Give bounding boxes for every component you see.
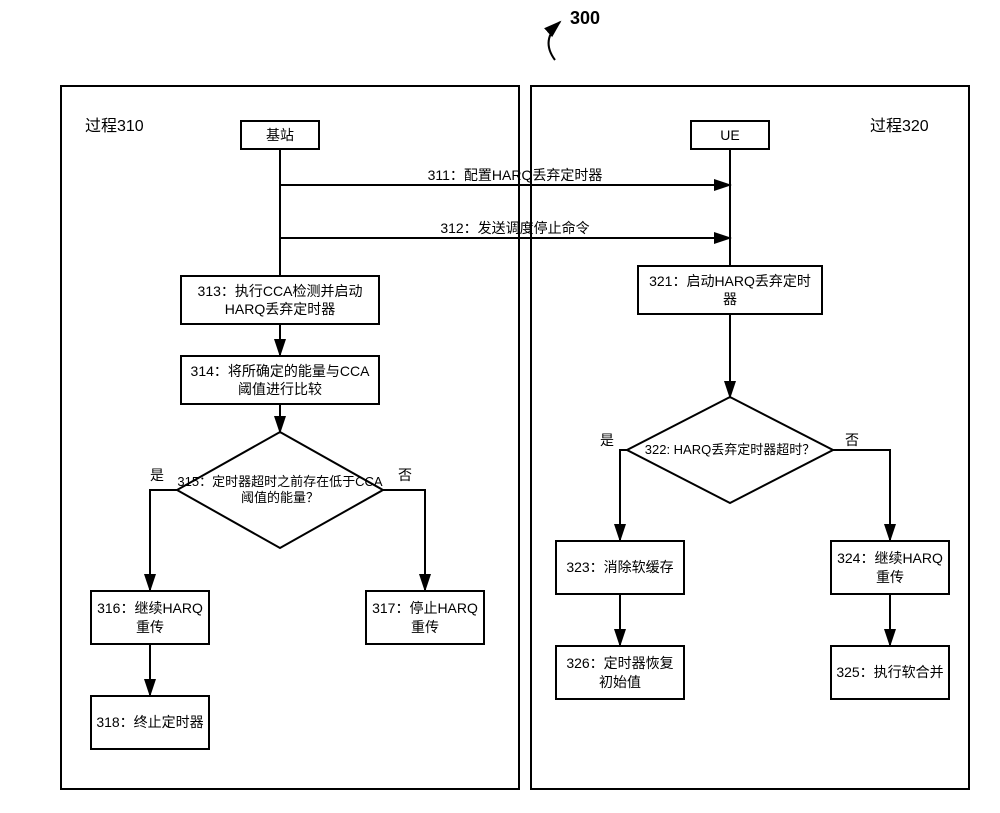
- box-325: 325：执行软合并: [830, 645, 950, 700]
- base-station-box: 基站: [240, 120, 320, 150]
- box-314: 314：将所确定的能量与CCA阈值进行比较: [180, 355, 380, 405]
- decision-315-label: 315：定时器超时之前存在低于CCA阈值的能量？: [175, 474, 385, 507]
- yes-315: 是: [150, 465, 164, 485]
- no-315: 否: [398, 465, 412, 485]
- yes-322: 是: [600, 430, 614, 450]
- flowchart-diagram: 300 过程310 过程320 基站 UE 311：配置HARQ丢弃定时器 31…: [0, 0, 1000, 813]
- msg-312-label: 312：发送调度停止命令: [350, 218, 680, 238]
- decision-322-label: 322: HARQ丢弃定时器超时？: [625, 442, 835, 458]
- right-panel-label: 过程320: [870, 112, 929, 136]
- no-322: 否: [845, 430, 859, 450]
- box-313: 313：执行CCA检测并启动HARQ丢弃定时器: [180, 275, 380, 325]
- box-316: 316：继续HARQ重传: [90, 590, 210, 645]
- ue-box: UE: [690, 120, 770, 150]
- left-panel-label: 过程310: [85, 112, 144, 136]
- box-323: 323：消除软缓存: [555, 540, 685, 595]
- box-317: 317：停止HARQ重传: [365, 590, 485, 645]
- decision-315: 315：定时器超时之前存在低于CCA阈值的能量？: [175, 430, 385, 550]
- box-321: 321：启动HARQ丢弃定时器: [637, 265, 823, 315]
- box-324: 324：继续HARQ重传: [830, 540, 950, 595]
- box-318: 318：终止定时器: [90, 695, 210, 750]
- msg-311-label: 311：配置HARQ丢弃定时器: [350, 165, 680, 185]
- decision-322: 322: HARQ丢弃定时器超时？: [625, 395, 835, 505]
- diagram-number: 300: [570, 8, 600, 29]
- box-326: 326：定时器恢复初始值: [555, 645, 685, 700]
